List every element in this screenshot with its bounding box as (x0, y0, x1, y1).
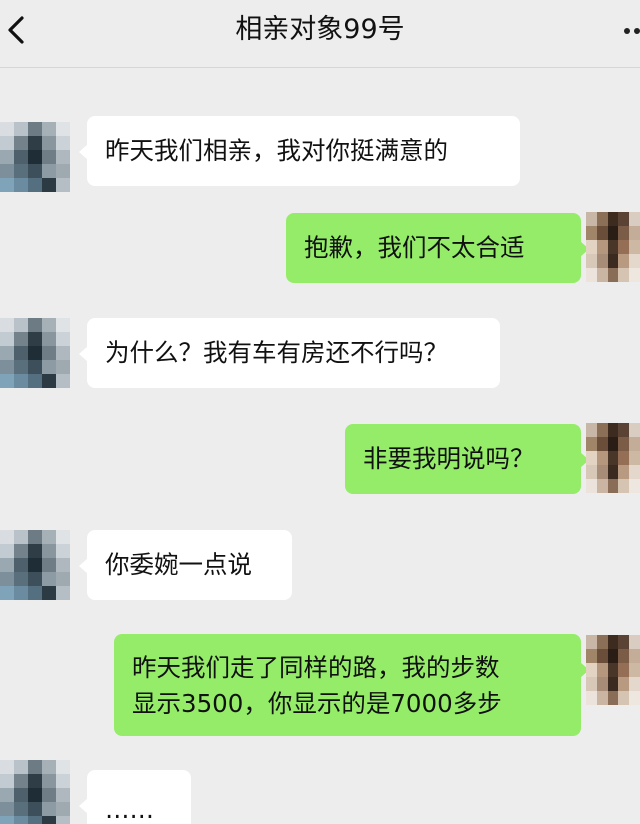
message-incoming[interactable]: 昨天我们相亲，我对你挺满意的 (79, 116, 520, 186)
message-incoming[interactable]: 为什么？我有车有房还不行吗？ (79, 318, 500, 388)
contact-avatar[interactable] (0, 530, 70, 600)
message-incoming[interactable]: 你委婉一点说 (79, 530, 292, 600)
more-dots-icon (624, 28, 630, 34)
contact-avatar[interactable] (0, 122, 70, 192)
message-outgoing[interactable]: 昨天我们走了同样的路，我的步数 显示3500，你显示的是7000多步 (114, 634, 589, 736)
chat-title: 相亲对象99号 (235, 14, 405, 45)
contact-avatar[interactable] (0, 318, 70, 388)
user-avatar[interactable] (586, 423, 640, 493)
message-outgoing[interactable]: 抱歉，我们不太合适 (286, 213, 589, 283)
contact-avatar[interactable] (0, 760, 70, 824)
message-outgoing[interactable]: 非要我明说吗？ (345, 424, 589, 494)
chat-header: 相亲对象99号 (0, 0, 640, 68)
user-avatar[interactable] (586, 212, 640, 282)
user-avatar[interactable] (586, 635, 640, 705)
more-button[interactable] (622, 16, 640, 46)
message-incoming[interactable]: …… (79, 770, 191, 824)
